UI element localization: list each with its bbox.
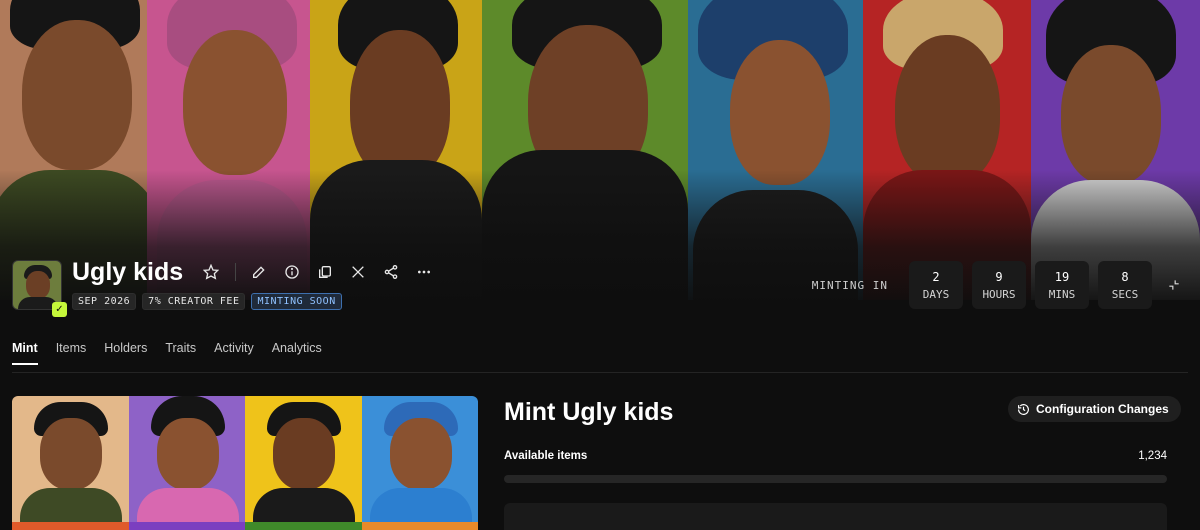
tab-activity[interactable]: Activity [214, 341, 254, 365]
preview-artwork [12, 396, 129, 530]
countdown-secs: 8 SECS [1098, 261, 1152, 309]
history-icon [1018, 403, 1029, 415]
countdown-hours: 9 HOURS [972, 261, 1026, 309]
configuration-changes-label: Configuration Changes [1036, 402, 1169, 416]
date-badge: SEP 2026 [72, 293, 137, 310]
countdown-value: 2 [932, 269, 940, 284]
countdown-label: MINTING IN [811, 278, 888, 292]
collection-actions [200, 261, 446, 283]
collapse-icon[interactable] [1160, 271, 1188, 299]
status-badge: MINTING SOON [251, 293, 342, 310]
edit-icon[interactable] [248, 261, 270, 283]
countdown-value: 8 [1121, 269, 1129, 284]
collection-badges: SEP 2026 7% CREATOR FEE MINTING SOON [72, 293, 342, 310]
mint-title: Mint Ugly kids [504, 398, 674, 426]
mint-progress-bar [504, 475, 1167, 483]
tab-traits[interactable]: Traits [165, 341, 196, 365]
countdown-value: 9 [995, 269, 1003, 284]
tab-mint[interactable]: Mint [12, 341, 38, 365]
copy-icon[interactable] [314, 261, 336, 283]
tab-analytics[interactable]: Analytics [272, 341, 322, 365]
mint-preview-image [12, 396, 478, 530]
star-icon[interactable] [200, 261, 222, 283]
countdown-mins: 19 MINS [1035, 261, 1089, 309]
preview-artwork [245, 396, 362, 530]
collection-title: Ugly kids [72, 258, 184, 286]
collection-banner [0, 0, 1200, 300]
mint-countdown: MINTING IN 2 DAYS 9 HOURS 19 MINS 8 SECS [812, 261, 1188, 309]
collection-header: ✓ Ugly kids SEP 2026 7% CREATOR FEE MINT… [12, 258, 1188, 317]
tab-items[interactable]: Items [56, 341, 87, 365]
configuration-changes-button[interactable]: Configuration Changes [1008, 396, 1181, 422]
mint-card [504, 503, 1167, 530]
x-icon[interactable] [347, 261, 369, 283]
collection-tabs: Mint Items Holders Traits Activity Analy… [12, 341, 340, 365]
countdown-unit: MINS [1048, 287, 1076, 301]
info-icon[interactable] [281, 261, 303, 283]
share-icon[interactable] [380, 261, 402, 283]
preview-artwork [361, 396, 478, 530]
countdown-value: 19 [1054, 269, 1070, 284]
creator-fee-badge: 7% CREATOR FEE [142, 293, 246, 310]
countdown-days: 2 DAYS [909, 261, 963, 309]
available-items-value: 1,234 [1138, 450, 1167, 462]
countdown-unit: SECS [1111, 287, 1139, 301]
tab-holders[interactable]: Holders [104, 341, 147, 365]
divider [235, 263, 236, 281]
countdown-unit: HOURS [982, 287, 1016, 301]
tabs-divider [12, 372, 1188, 373]
preview-artwork [128, 396, 245, 530]
page: ✓ Ugly kids SEP 2026 7% CREATOR FEE MINT… [0, 0, 1200, 530]
countdown-unit: DAYS [922, 287, 950, 301]
verified-icon: ✓ [52, 302, 67, 317]
available-items-label: Available items [504, 450, 588, 462]
more-icon[interactable] [413, 261, 435, 283]
